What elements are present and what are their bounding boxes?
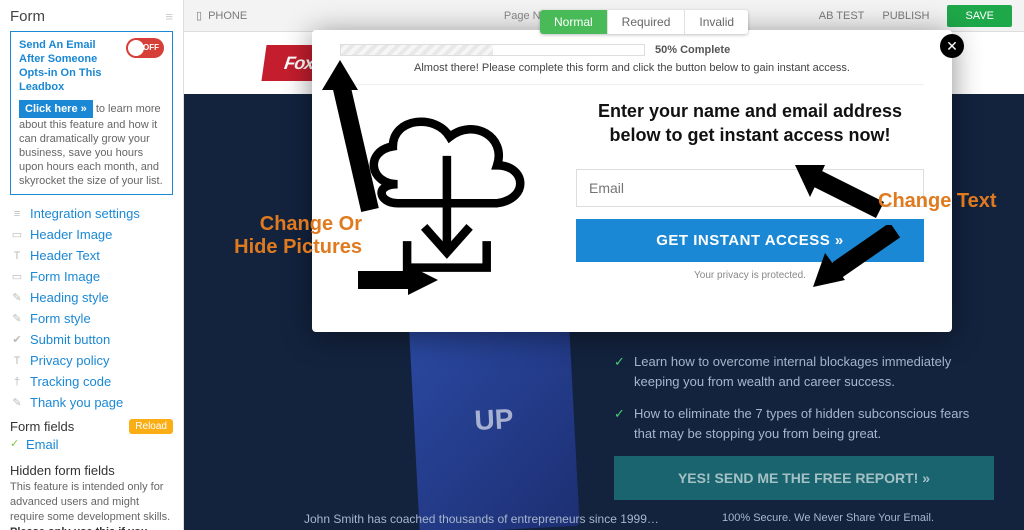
sidebar-title: Form [10,8,45,25]
sidebar-nav: ≡ Integration settings ▭ Header Image T Hea… [10,203,173,413]
nav-label: Thank you page [30,395,123,410]
popup-headline[interactable]: Enter your name and email address below … [576,99,924,147]
progress: 50% Complete [340,44,924,56]
optin-headline: Send An Email After Someone Opts-in On T… [19,38,120,94]
privacy-text: Your privacy is protected. [576,270,924,281]
cloud-download-icon [340,99,550,279]
feature-bullets: Learn how to overcome internal blockages… [614,352,994,456]
nav-form-image[interactable]: ▭ Form Image [10,266,173,287]
nav-submit-button[interactable]: ✔ Submit button [10,329,173,350]
device-phone[interactable]: ▯ PHONE [196,9,247,22]
nav-label: Tracking code [30,374,111,389]
nav-header-text[interactable]: T Header Text [10,245,173,266]
state-tabs: Normal Required Invalid [540,10,748,34]
coach-caption: John Smith has coached thousands of entr… [304,512,659,526]
nav-label: Header Text [30,248,100,263]
nav-header-image[interactable]: ▭ Header Image [10,224,173,245]
text-icon: T [10,250,24,262]
email-input[interactable] [576,169,924,207]
optin-toggle[interactable]: OFF [126,38,164,58]
almost-text: Almost there! Please complete this form … [340,62,924,85]
reload-button[interactable]: Reload [129,419,173,434]
field-email[interactable]: Email [10,434,173,455]
tab-normal[interactable]: Normal [540,10,607,34]
nav-label: Integration settings [30,206,140,221]
publish-link[interactable]: PUBLISH [882,10,929,22]
nav-label: Form style [30,311,91,326]
list-icon: ≡ [10,208,24,220]
bullet-1: Learn how to overcome internal blockages… [614,352,994,392]
hidden-fields-desc: This feature is intended only for advanc… [10,480,173,530]
nav-form-style[interactable]: ✎ Form style [10,308,173,329]
nav-tracking[interactable]: † Tracking code [10,371,173,392]
submit-button[interactable]: GET INSTANT ACCESS » [576,219,924,262]
book-cover: UP [408,306,579,530]
nav-heading-style[interactable]: ✎ Heading style [10,287,173,308]
code-icon: † [10,376,24,388]
hidden-desc-text: This feature is intended only for advanc… [10,481,170,523]
sidebar: Form ≡ Send An Email After Someone Opts-… [0,0,184,530]
leadbox-popup: ✕ 50% Complete Almost there! Please comp… [312,30,952,332]
click-here-button[interactable]: Click here » [19,100,93,118]
nav-privacy[interactable]: T Privacy policy [10,350,173,371]
secure-caption: 100% Secure. We Never Share Your Email. [722,512,934,524]
nav-label: Privacy policy [30,353,109,368]
image-icon: ▭ [10,270,24,283]
check-icon: ✔ [10,333,24,346]
nav-integration[interactable]: ≡ Integration settings [10,203,173,224]
phone-label: PHONE [208,10,247,22]
close-icon[interactable]: ✕ [940,34,964,58]
tab-invalid[interactable]: Invalid [684,10,748,34]
nav-label: Heading style [30,290,109,305]
save-button[interactable]: SAVE [947,5,1012,27]
pencil-icon: ✎ [10,291,24,304]
phone-icon: ▯ [196,9,202,22]
optin-promo-box: Send An Email After Someone Opts-in On T… [10,31,173,195]
hamburger-icon[interactable]: ≡ [165,9,173,24]
pencil-icon: ✎ [10,312,24,325]
form-image[interactable] [340,99,550,282]
toggle-state-label: OFF [143,41,159,55]
nav-thankyou[interactable]: ✎ Thank you page [10,392,173,413]
nav-label: Form Image [30,269,100,284]
progress-label: 50% Complete [655,44,730,56]
hidden-desc-bold: Please only use this if you know what yo… [10,526,148,530]
tab-required[interactable]: Required [607,10,685,34]
text-icon: T [10,355,24,367]
form-fields-label: Form fields [10,419,74,434]
nav-label: Header Image [30,227,112,242]
bullet-2: How to eliminate the 7 types of hidden s… [614,404,994,444]
bg-cta-button[interactable]: YES! SEND ME THE FREE REPORT! » [614,456,994,500]
nav-label: Submit button [30,332,110,347]
abtest-link[interactable]: AB TEST [819,10,865,22]
progress-bar [340,44,645,56]
hidden-fields-label: Hidden form fields [10,463,173,478]
pencil-icon: ✎ [10,396,24,409]
image-icon: ▭ [10,228,24,241]
